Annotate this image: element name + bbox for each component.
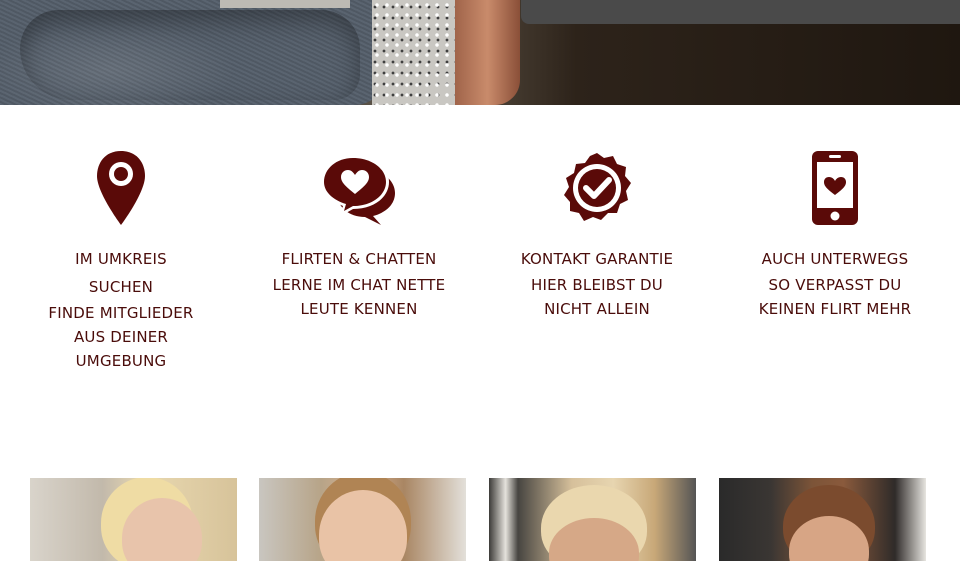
profile-face	[549, 518, 639, 561]
map-pin-icon	[97, 151, 145, 225]
hero-photo-arm	[455, 0, 520, 105]
feature-title: FLIRTEN & CHATTEN	[281, 250, 437, 268]
hero-photo-blouse	[372, 0, 462, 105]
feature-mobile: AUCH UNTERWEGS SO VERPASST DU KEINEN FLI…	[725, 149, 945, 321]
feature-flirt-chat: FLIRTEN & CHATTEN LERNE IM CHAT NETTE LE…	[249, 149, 469, 321]
feature-description: FINDE MITGLIEDER AUS DEINER UMGEBUNG	[48, 304, 194, 370]
feature-radius-search: IM UMKREIS SUCHEN FINDE MITGLIEDER AUS D…	[11, 149, 231, 373]
feature-description: HIER BLEIBST DU NICHT ALLEIN	[531, 276, 663, 318]
profile-photos-row	[0, 478, 960, 561]
profile-face	[789, 516, 869, 561]
profile-face	[319, 490, 407, 561]
feature-contact-guarantee: KONTAKT GARANTIE HIER BLEIBST DU NICHT A…	[487, 149, 707, 321]
hero-overlay-panel	[521, 0, 960, 24]
feature-title: IM UMKREIS SUCHEN	[75, 250, 167, 296]
feature-description: LERNE IM CHAT NETTE LEUTE KENNEN	[272, 276, 446, 318]
badge-check-icon	[564, 153, 631, 221]
profile-face	[122, 498, 202, 561]
features-section: IM UMKREIS SUCHEN FINDE MITGLIEDER AUS D…	[0, 105, 960, 405]
hero-banner	[0, 0, 960, 105]
feature-title: KONTAKT GARANTIE	[520, 250, 674, 268]
feature-title: AUCH UNTERWEGS	[761, 250, 909, 268]
phone-heart-icon	[812, 151, 858, 225]
chat-heart-icon	[321, 155, 395, 225]
profile-photo[interactable]	[489, 478, 696, 561]
profile-photo[interactable]	[259, 478, 466, 561]
profile-photo[interactable]	[30, 478, 237, 561]
profile-photo[interactable]	[719, 478, 926, 561]
hero-photo-blouse-hem	[220, 0, 350, 8]
feature-description: SO VERPASST DU KEINEN FLIRT MEHR	[758, 276, 912, 318]
hero-photo-shadow	[20, 10, 360, 100]
